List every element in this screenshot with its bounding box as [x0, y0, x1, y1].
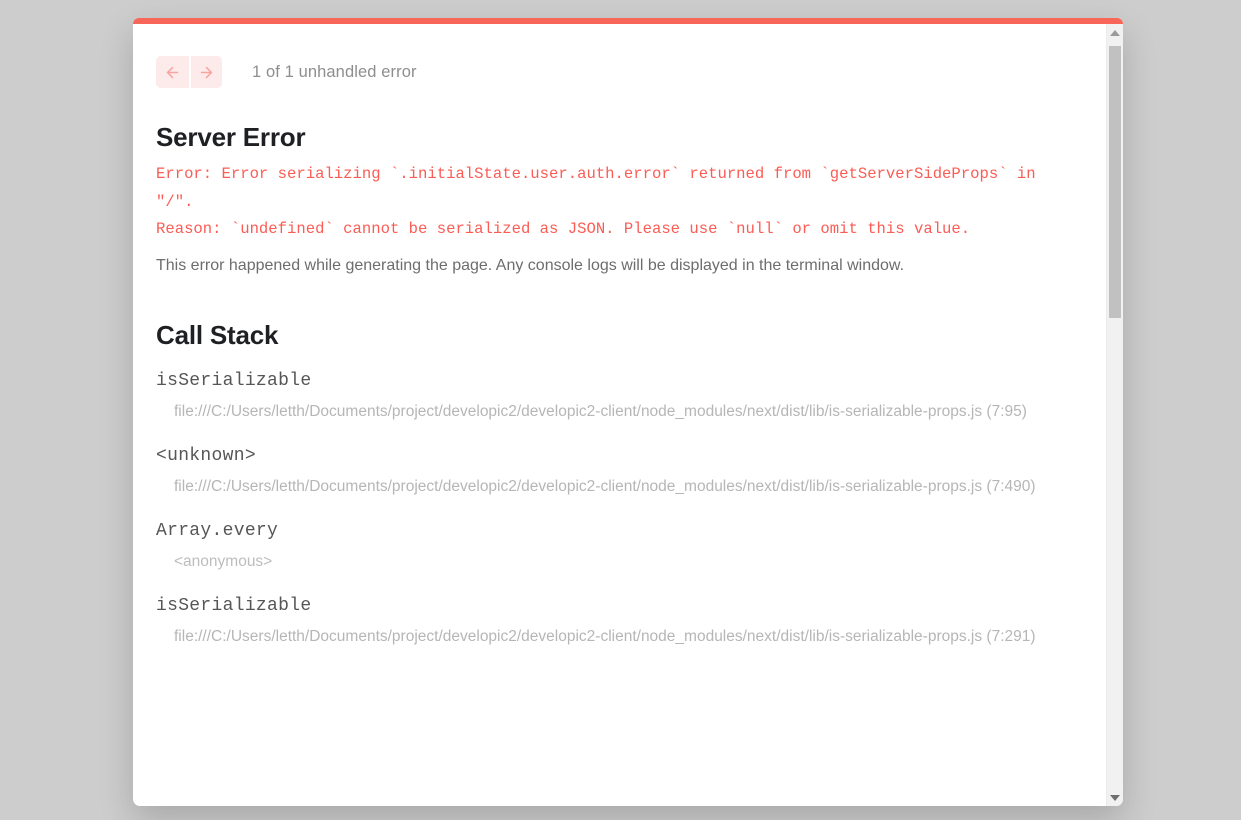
stack-frame-function: isSerializable [156, 370, 312, 391]
stack-frame-function: isSerializable [156, 595, 312, 616]
next-error-button[interactable] [189, 56, 222, 88]
stack-frame[interactable]: <unknown> file:///C:/Users/letth/Documen… [156, 446, 1080, 501]
call-stack-title: Call Stack [156, 319, 279, 350]
scroll-down-arrow-icon[interactable] [1107, 789, 1123, 806]
scrollbar-thumb[interactable] [1109, 46, 1121, 318]
stack-frame-location: <anonymous> [174, 552, 273, 570]
error-note-text: This error happened while generating the… [156, 256, 905, 274]
stack-frame[interactable]: isSerializable file:///C:/Users/letth/Do… [156, 371, 1080, 426]
arrow-right-icon [198, 64, 215, 81]
dialog-body: 1 of 1 unhandled error Server Error Erro… [133, 24, 1123, 806]
dialog-content: 1 of 1 unhandled error Server Error Erro… [133, 24, 1106, 806]
previous-error-button[interactable] [156, 56, 189, 88]
error-message-text: Error: Error serializing `.initialState.… [156, 165, 1036, 238]
error-nav-group [156, 56, 222, 88]
stack-frame-location: file:///C:/Users/letth/Documents/project… [174, 627, 1036, 645]
stack-frame-function: Array.every [156, 520, 279, 541]
stack-frame-location: file:///C:/Users/letth/Documents/project… [174, 402, 1027, 420]
scroll-up-arrow-icon[interactable] [1107, 24, 1123, 41]
error-overlay: 1 of 1 unhandled error Server Error Erro… [0, 0, 1241, 820]
stack-frame[interactable]: isSerializable file:///C:/Users/letth/Do… [156, 596, 1080, 651]
vertical-scrollbar[interactable] [1106, 24, 1123, 806]
stack-frame-function: <unknown> [156, 445, 256, 466]
arrow-left-icon [164, 64, 181, 81]
error-nav-row: 1 of 1 unhandled error [156, 56, 1080, 88]
server-error-title: Server Error [156, 122, 306, 152]
stack-frame-location: file:///C:/Users/letth/Documents/project… [174, 477, 1036, 495]
error-dialog: 1 of 1 unhandled error Server Error Erro… [133, 18, 1123, 806]
stack-frame[interactable]: Array.every <anonymous> [156, 521, 1080, 576]
error-count-label: 1 of 1 unhandled error [252, 62, 417, 81]
